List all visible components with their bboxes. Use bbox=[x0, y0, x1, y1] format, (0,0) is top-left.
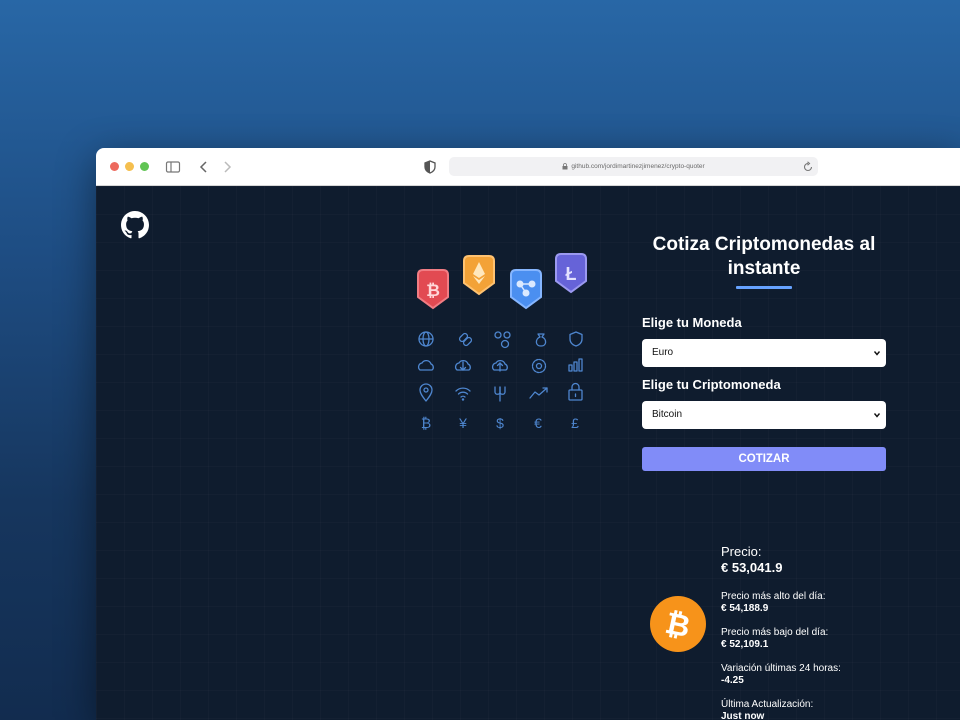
shield-outline-icon bbox=[569, 331, 583, 347]
svg-text:Ł: Ł bbox=[566, 264, 577, 284]
app-page: ₿ Ł ₿ ¥ $ € £ Cotiza Criptomonedas al in… bbox=[96, 186, 960, 720]
reload-icon[interactable] bbox=[802, 161, 814, 173]
forward-icon[interactable] bbox=[219, 159, 235, 175]
bitcoin-badge-icon: ₿ bbox=[417, 269, 449, 310]
change-value: -4.25 bbox=[721, 675, 744, 686]
lock-icon bbox=[562, 162, 568, 170]
euro-icon: € bbox=[534, 415, 542, 431]
close-window-button[interactable] bbox=[110, 162, 119, 171]
cloud-download-icon bbox=[454, 359, 471, 371]
github-icon[interactable] bbox=[121, 211, 149, 239]
dollar-icon: $ bbox=[496, 415, 504, 431]
crypto-select[interactable]: Bitcoin bbox=[642, 401, 886, 429]
minimize-window-button[interactable] bbox=[125, 162, 134, 171]
ripple-badge-icon bbox=[510, 269, 542, 310]
litecoin-badge-icon: Ł bbox=[555, 253, 587, 294]
currency-label: Elige tu Moneda bbox=[642, 315, 742, 330]
price-label: Precio: bbox=[721, 544, 762, 559]
ethereum-badge-icon bbox=[463, 255, 495, 296]
yen-icon: ¥ bbox=[458, 415, 467, 431]
low-value: € 52,109.1 bbox=[721, 639, 769, 650]
wifi-icon bbox=[455, 387, 471, 401]
updated-label: Última Actualización: bbox=[721, 699, 814, 710]
globe-icon bbox=[418, 331, 434, 347]
chevron-down-icon bbox=[873, 351, 881, 356]
address-bar[interactable]: github.com/jordimartinezjimenez/crypto-q… bbox=[449, 157, 818, 176]
trend-up-icon bbox=[529, 387, 548, 399]
cotizar-button[interactable]: COTIZAR bbox=[642, 447, 886, 471]
low-label: Precio más bajo del día: bbox=[721, 627, 829, 638]
back-icon[interactable] bbox=[196, 159, 212, 175]
bar-chart-icon bbox=[568, 358, 583, 372]
gear-icon bbox=[531, 358, 547, 374]
browser-window: github.com/jordimartinezjimenez/crypto-q… bbox=[96, 148, 960, 720]
price-value: € 53,041.9 bbox=[721, 560, 783, 575]
updated-value: Just now bbox=[721, 711, 765, 720]
padlock-icon bbox=[568, 382, 583, 401]
crypto-label: Elige tu Criptomoneda bbox=[642, 377, 781, 392]
cloud-icon bbox=[417, 359, 434, 371]
pound-icon: £ bbox=[571, 415, 579, 431]
crypto-illustration: ₿ Ł ₿ ¥ $ € £ bbox=[417, 253, 587, 431]
currency-select[interactable]: Euro bbox=[642, 339, 886, 367]
crypto-select-value: Bitcoin bbox=[652, 409, 683, 420]
change-label: Variación últimas 24 horas: bbox=[721, 663, 841, 674]
svg-text:₿: ₿ bbox=[426, 281, 440, 300]
browser-toolbar: github.com/jordimartinezjimenez/crypto-q… bbox=[96, 148, 960, 186]
high-value: € 54,188.9 bbox=[721, 603, 769, 614]
chevron-down-icon bbox=[873, 413, 881, 418]
bitcoin-coin-icon: ₿ bbox=[650, 596, 706, 652]
form-title: Cotiza Criptomonedas al instante bbox=[652, 234, 876, 279]
location-pin-icon bbox=[419, 383, 433, 402]
bitcoin-symbol-icon: ₿ bbox=[421, 415, 431, 431]
fork-icon bbox=[494, 386, 506, 402]
money-bag-icon bbox=[535, 333, 547, 347]
high-label: Precio más alto del día: bbox=[721, 591, 826, 602]
sidebar-toggle-icon[interactable] bbox=[165, 159, 181, 175]
url-text: github.com/jordimartinezjimenez/crypto-q… bbox=[571, 163, 705, 170]
currency-select-value: Euro bbox=[652, 347, 674, 358]
quote-form: Cotiza Criptomonedas al instante Elige t… bbox=[642, 233, 886, 471]
link-icon bbox=[458, 332, 473, 347]
privacy-shield-icon[interactable] bbox=[422, 159, 438, 175]
maximize-window-button[interactable] bbox=[140, 162, 149, 171]
quote-result: ₿ Precio: € 53,041.9 Precio más alto del… bbox=[650, 544, 910, 720]
quote-details: Precio: € 53,041.9 Precio más alto del d… bbox=[721, 544, 841, 720]
molecule-icon bbox=[494, 331, 511, 349]
title-underline bbox=[736, 286, 792, 289]
cloud-upload-icon bbox=[491, 359, 508, 372]
